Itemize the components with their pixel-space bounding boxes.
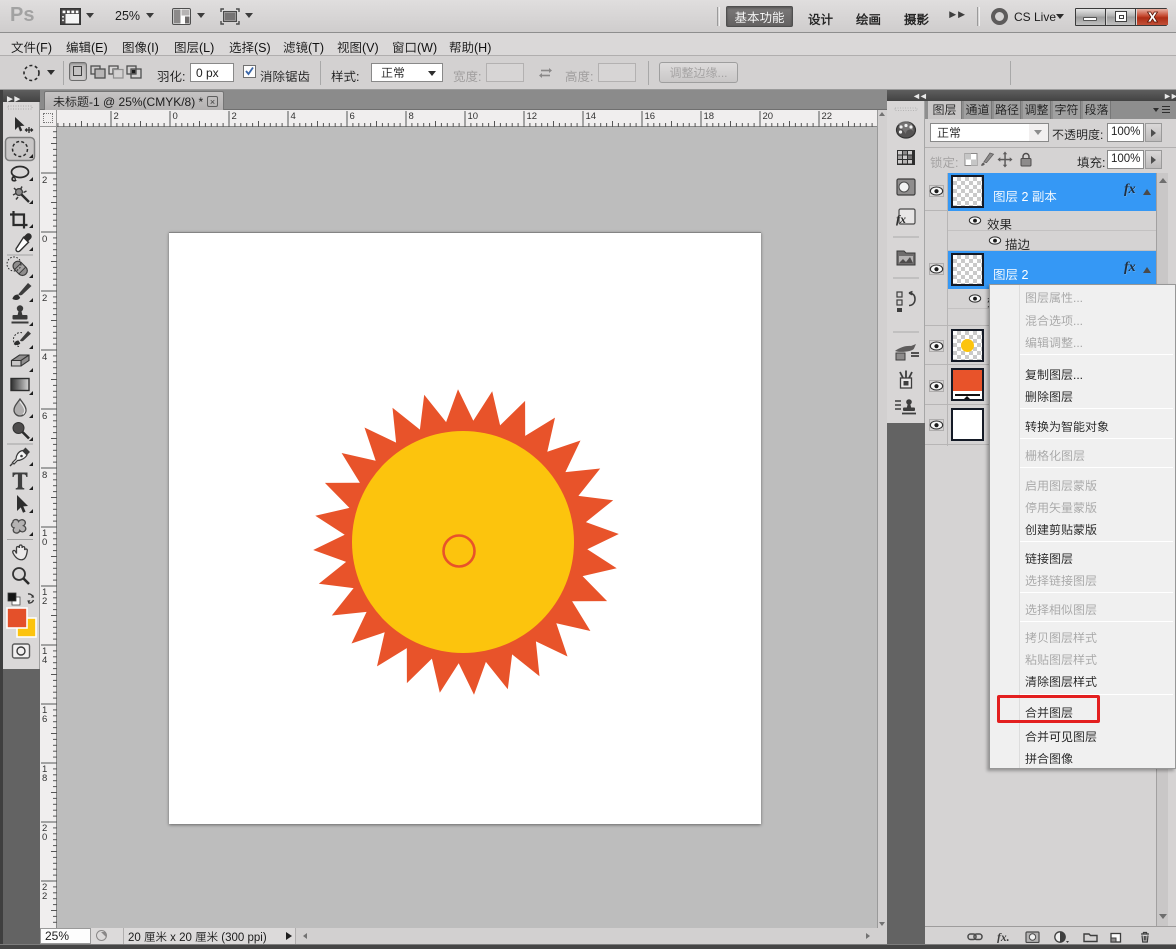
svg-text:fx.: fx. xyxy=(997,932,1009,943)
svg-text:2: 2 xyxy=(42,891,47,902)
svg-text:2: 2 xyxy=(114,111,119,122)
svg-text:16: 16 xyxy=(645,111,656,122)
svg-text:2: 2 xyxy=(42,293,47,304)
svg-text:6: 6 xyxy=(42,411,47,422)
svg-text:fx: fx xyxy=(896,212,906,226)
svg-text:0: 0 xyxy=(42,537,47,548)
svg-text:8: 8 xyxy=(42,470,47,481)
svg-text:6: 6 xyxy=(350,111,355,122)
svg-text:0: 0 xyxy=(173,111,178,122)
svg-text:2: 2 xyxy=(42,175,47,186)
svg-text:18: 18 xyxy=(704,111,715,122)
svg-text:2: 2 xyxy=(42,596,47,607)
svg-text:20: 20 xyxy=(763,111,774,122)
svg-text:4: 4 xyxy=(42,655,47,666)
svg-text:22: 22 xyxy=(822,111,833,122)
svg-text:6: 6 xyxy=(42,714,47,725)
svg-text:0: 0 xyxy=(42,234,47,245)
svg-text:12: 12 xyxy=(527,111,538,122)
svg-text:14: 14 xyxy=(586,111,597,122)
svg-text:4: 4 xyxy=(291,111,296,122)
svg-text:8: 8 xyxy=(409,111,414,122)
svg-text:2: 2 xyxy=(232,111,237,122)
svg-text:0: 0 xyxy=(42,832,47,843)
svg-text:10: 10 xyxy=(468,111,479,122)
svg-text:4: 4 xyxy=(42,352,47,363)
svg-text:8: 8 xyxy=(42,773,47,784)
